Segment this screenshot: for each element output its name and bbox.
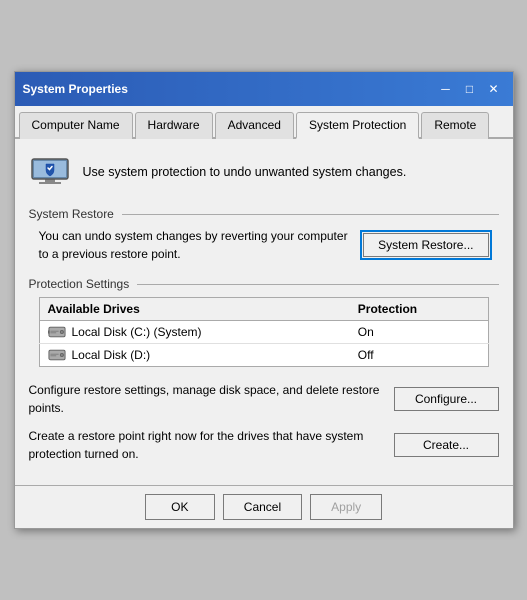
close-button[interactable]: ✕ bbox=[483, 78, 505, 100]
system-restore-body: You can undo system changes by reverting… bbox=[29, 227, 499, 263]
configure-button[interactable]: Configure... bbox=[394, 387, 499, 411]
tab-remote[interactable]: Remote bbox=[421, 112, 489, 139]
window-title: System Properties bbox=[23, 82, 128, 96]
protection-settings-body: Available Drives Protection bbox=[29, 297, 499, 367]
footer: OK Cancel Apply bbox=[15, 485, 513, 528]
system-restore-section: System Restore You can undo system chang… bbox=[29, 207, 499, 263]
title-bar-buttons: ─ □ ✕ bbox=[435, 78, 505, 100]
ok-button[interactable]: OK bbox=[145, 494, 215, 520]
cancel-button[interactable]: Cancel bbox=[223, 494, 302, 520]
drive-d-protection: Off bbox=[350, 344, 488, 367]
top-info-section: Use system protection to undo unwanted s… bbox=[29, 151, 499, 193]
col-protection: Protection bbox=[350, 298, 488, 321]
drive-c-protection: On bbox=[350, 321, 488, 344]
tabs-container: Computer Name Hardware Advanced System P… bbox=[15, 106, 513, 139]
tab-advanced[interactable]: Advanced bbox=[215, 112, 294, 139]
hdd-system-icon bbox=[48, 325, 66, 339]
tab-content: Use system protection to undo unwanted s… bbox=[15, 139, 513, 485]
shield-computer-icon bbox=[29, 151, 71, 193]
tab-hardware[interactable]: Hardware bbox=[135, 112, 213, 139]
tab-system-protection[interactable]: System Protection bbox=[296, 112, 419, 139]
drive-d-name: Local Disk (D:) bbox=[72, 348, 151, 362]
tab-computer-name[interactable]: Computer Name bbox=[19, 112, 133, 139]
hdd-icon bbox=[48, 348, 66, 362]
drives-table: Available Drives Protection bbox=[39, 297, 489, 367]
protection-settings-title: Protection Settings bbox=[29, 277, 499, 291]
maximize-button[interactable]: □ bbox=[459, 78, 481, 100]
table-row[interactable]: Local Disk (C:) (System) On bbox=[39, 321, 488, 344]
configure-description: Configure restore settings, manage disk … bbox=[29, 381, 384, 417]
system-properties-window: System Properties ─ □ ✕ Computer Name Ha… bbox=[14, 71, 514, 529]
configure-row: Configure restore settings, manage disk … bbox=[29, 381, 499, 417]
create-description: Create a restore point right now for the… bbox=[29, 427, 384, 463]
restore-row: You can undo system changes by reverting… bbox=[39, 227, 489, 263]
restore-description: You can undo system changes by reverting… bbox=[39, 227, 354, 263]
table-row[interactable]: Local Disk (D:) Off bbox=[39, 344, 488, 367]
create-button[interactable]: Create... bbox=[394, 433, 499, 457]
protection-settings-section: Protection Settings Available Drives Pro… bbox=[29, 277, 499, 367]
minimize-button[interactable]: ─ bbox=[435, 78, 457, 100]
top-info-text: Use system protection to undo unwanted s… bbox=[83, 165, 407, 179]
system-restore-title: System Restore bbox=[29, 207, 499, 221]
drive-c-name: Local Disk (C:) (System) bbox=[72, 325, 202, 339]
create-row: Create a restore point right now for the… bbox=[29, 427, 499, 463]
col-available-drives: Available Drives bbox=[39, 298, 350, 321]
drive-c-cell: Local Disk (C:) (System) bbox=[39, 321, 350, 344]
apply-button[interactable]: Apply bbox=[310, 494, 382, 520]
drive-d-cell: Local Disk (D:) bbox=[39, 344, 350, 367]
title-bar: System Properties ─ □ ✕ bbox=[15, 72, 513, 106]
system-restore-button[interactable]: System Restore... bbox=[363, 233, 488, 257]
